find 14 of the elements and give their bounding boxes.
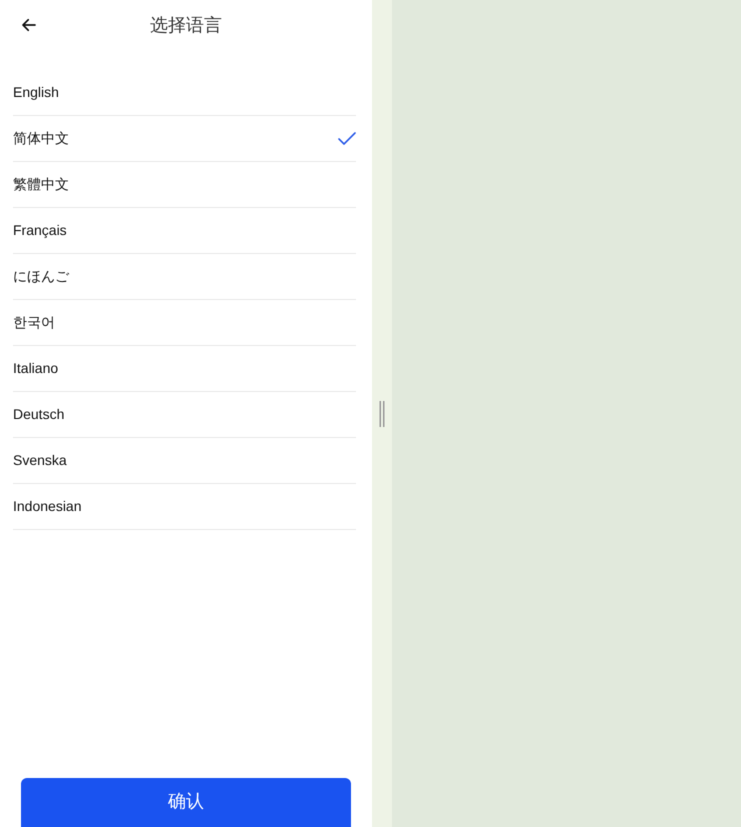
page-title: 选择语言 (150, 14, 222, 36)
language-option[interactable]: Svenska (13, 438, 356, 484)
language-option[interactable]: English (13, 70, 356, 116)
back-arrow-icon (20, 16, 38, 34)
confirm-button[interactable]: 确认 (21, 778, 351, 827)
language-option[interactable]: 한국어 (13, 300, 356, 346)
language-option[interactable]: 繁體中文 (13, 162, 356, 208)
language-option[interactable]: Français (13, 208, 356, 254)
language-option[interactable]: Indonesian (13, 484, 356, 530)
drag-handle-icon[interactable] (379, 400, 385, 426)
language-option[interactable]: 简体中文 (13, 116, 356, 162)
language-option[interactable]: Deutsch (13, 392, 356, 438)
language-option[interactable]: Italiano (13, 346, 356, 392)
language-option[interactable]: にほんご (13, 254, 356, 300)
